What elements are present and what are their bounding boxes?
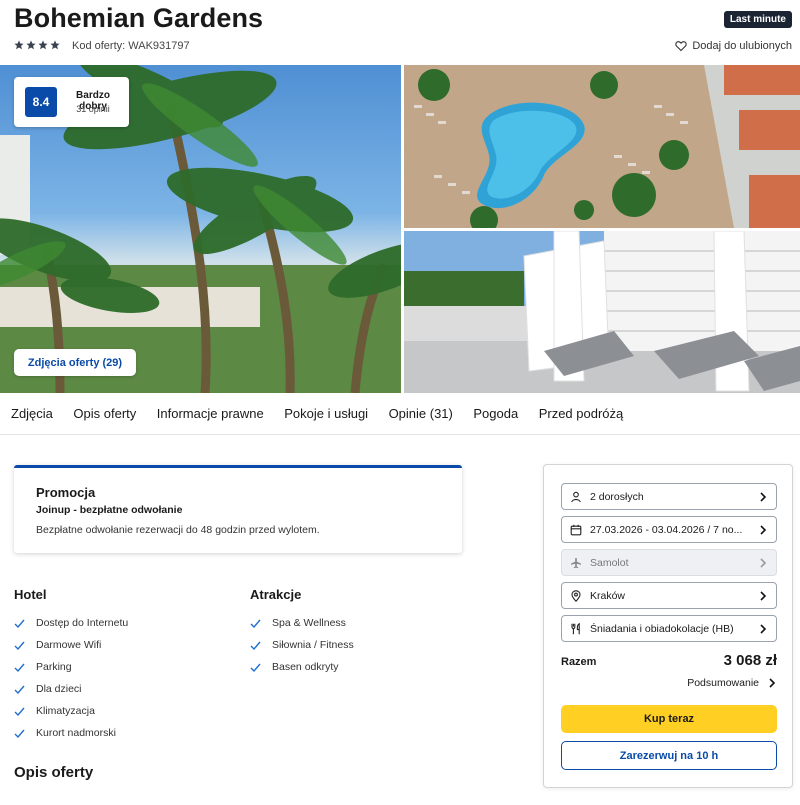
person-icon <box>571 491 581 502</box>
summary-label: Podsumowanie <box>687 677 759 689</box>
plane-icon <box>571 557 581 568</box>
description-heading: Opis oferty <box>14 764 94 781</box>
attractions-heading: Atrakcje <box>250 587 302 602</box>
list-item: Dla dzieci <box>14 683 82 695</box>
transport-selector[interactable]: Samolot <box>561 549 777 576</box>
hotel-title: Bohemian Gardens <box>14 3 264 33</box>
board-label: Śniadania i obiadokolacje (HB) <box>590 622 734 635</box>
pool-aerial-photo[interactable] <box>404 65 800 228</box>
chevron-right-icon <box>760 491 767 502</box>
tab-weather[interactable]: Pogoda <box>473 406 518 421</box>
hotel-heading: Hotel <box>14 587 47 602</box>
tab-rooms-services[interactable]: Pokoje i usługi <box>284 406 368 421</box>
transport-label: Samolot <box>590 556 629 569</box>
attraction-item: Basen odkryty <box>272 661 339 673</box>
star-icon <box>38 40 48 50</box>
check-icon <box>14 619 25 628</box>
chevron-right-icon <box>760 557 767 568</box>
list-item: Dostęp do Internetu <box>14 617 128 629</box>
dates-label: 27.03.2026 - 03.04.2026 / 7 no... <box>590 523 743 536</box>
hotel-feature: Dla dzieci <box>36 683 82 695</box>
list-item: Darmowe Wifi <box>14 639 101 651</box>
check-icon <box>250 663 261 672</box>
chevron-right-icon <box>760 524 767 535</box>
section-tabs: Zdjęcia Opis oferty Informacje prawne Po… <box>0 393 800 435</box>
hotel-feature: Parking <box>36 661 72 673</box>
check-icon <box>14 729 25 738</box>
reserve-button[interactable]: Zarezerwuj na 10 h <box>561 741 777 770</box>
offer-photos-button[interactable]: Zdjęcia oferty (29) <box>14 349 136 376</box>
check-icon <box>14 663 25 672</box>
list-item: Kurort nadmorski <box>14 727 116 739</box>
travelers-selector[interactable]: 2 dorosłych <box>561 483 777 510</box>
hotel-feature: Dostęp do Internetu <box>36 617 129 629</box>
last-minute-badge: Last minute <box>723 11 792 28</box>
promo-subtitle: Joinup - bezpłatne odwołanie <box>36 504 183 516</box>
cutlery-icon <box>571 622 580 634</box>
promo-text: Bezpłatne odwołanie rezerwacji do 48 god… <box>36 524 320 536</box>
heart-icon <box>675 41 688 52</box>
dates-selector[interactable]: 27.03.2026 - 03.04.2026 / 7 no... <box>561 516 777 543</box>
cabana-photo[interactable] <box>404 231 800 393</box>
hotel-feature: Klimatyzacja <box>36 705 95 717</box>
check-icon <box>250 619 261 628</box>
list-item: Klimatyzacja <box>14 705 95 717</box>
cabana-image <box>404 231 800 393</box>
check-icon <box>14 685 25 694</box>
hotel-feature: Kurort nadmorski <box>36 727 116 739</box>
promo-title: Promocja <box>36 485 96 500</box>
rating-card[interactable]: 8.4 Bardzo dobry 31 opinii <box>14 77 129 127</box>
chevron-right-icon <box>769 678 776 688</box>
star-icon <box>26 40 36 50</box>
hotel-feature: Darmowe Wifi <box>36 639 102 651</box>
check-icon <box>14 641 25 650</box>
check-icon <box>14 707 25 716</box>
summary-link[interactable]: Podsumowanie <box>687 677 777 689</box>
rating-score: 8.4 <box>25 87 57 117</box>
list-item: Siłownia / Fitness <box>250 639 354 651</box>
tab-reviews[interactable]: Opinie (31) <box>389 406 453 421</box>
list-item: Basen odkryty <box>250 661 339 673</box>
list-item: Parking <box>14 661 72 673</box>
tab-photos[interactable]: Zdjęcia <box>11 406 53 421</box>
tab-legal-info[interactable]: Informacje prawne <box>157 406 264 421</box>
star-icon <box>14 40 24 50</box>
buy-now-button[interactable]: Kup teraz <box>561 705 777 733</box>
star-icon <box>50 40 60 50</box>
calendar-icon <box>570 524 582 535</box>
list-item: Spa & Wellness <box>250 617 346 629</box>
chevron-right-icon <box>760 590 767 601</box>
offer-code: Kod oferty: WAK931797 <box>72 40 190 52</box>
booking-panel: 2 dorosłych 27.03.2026 - 03.04.2026 / 7 … <box>543 464 793 788</box>
check-icon <box>250 641 261 650</box>
promo-card: Promocja Joinup - bezpłatne odwołanie Be… <box>14 465 462 553</box>
total-label: Razem <box>561 656 597 668</box>
add-to-favorites-button[interactable]: Dodaj do ulubionych <box>675 40 792 52</box>
tab-description[interactable]: Opis oferty <box>73 406 136 421</box>
total-price: 3 068 zł <box>723 652 777 669</box>
departure-city-selector[interactable]: Kraków <box>561 582 777 609</box>
departure-city-label: Kraków <box>590 589 626 602</box>
pool-aerial-image <box>404 65 800 228</box>
location-pin-icon <box>571 589 581 602</box>
tab-before-travel[interactable]: Przed podróżą <box>539 406 624 421</box>
board-selector[interactable]: Śniadania i obiadokolacje (HB) <box>561 615 777 642</box>
attraction-item: Siłownia / Fitness <box>272 639 354 651</box>
attraction-item: Spa & Wellness <box>272 617 346 629</box>
favorites-label: Dodaj do ulubionych <box>692 40 792 52</box>
chevron-right-icon <box>760 623 767 634</box>
travelers-label: 2 dorosłych <box>590 490 644 503</box>
rating-count: 31 opinii <box>76 104 110 114</box>
star-rating <box>14 40 60 50</box>
